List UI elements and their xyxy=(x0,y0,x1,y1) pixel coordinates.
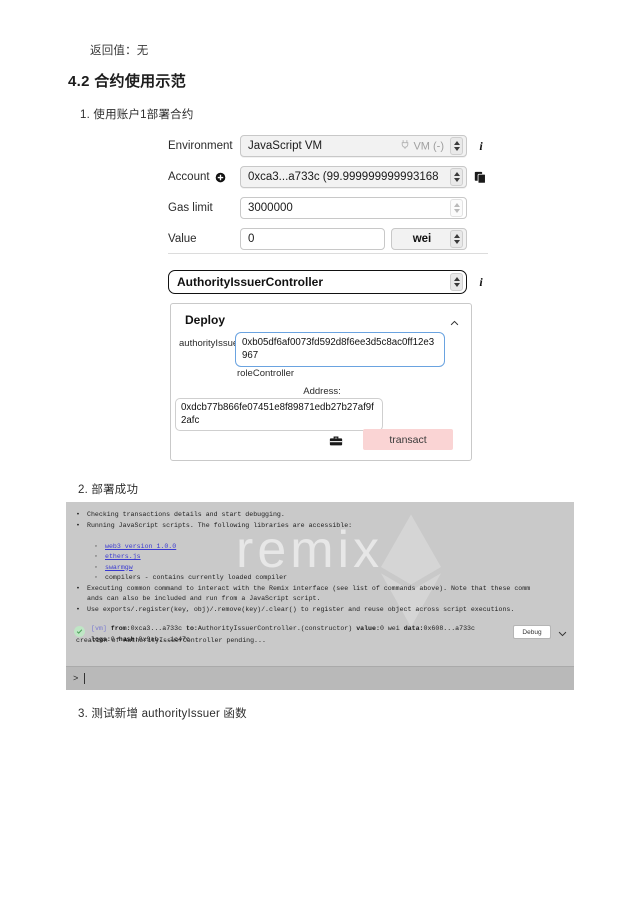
account-label: Account xyxy=(168,171,240,183)
list-item-3: 3. 测试新增 authorityIssuer 函数 xyxy=(78,708,247,720)
list-item-1: 1. 使用账户1部署合约 xyxy=(80,109,194,121)
terminal-line: • Executing common command to interact wi… xyxy=(72,584,568,595)
account-stepper[interactable] xyxy=(450,168,463,186)
section-heading: 4.2 合约使用示范 xyxy=(68,73,187,90)
info-icon[interactable]: i xyxy=(474,139,488,154)
data-label: data: xyxy=(403,625,424,632)
add-account-icon[interactable] xyxy=(215,172,226,183)
contract-select[interactable]: AuthorityIssuerController xyxy=(168,270,467,294)
value-unit: wei xyxy=(412,233,432,245)
from-label: from: xyxy=(110,625,131,632)
value-label: Value xyxy=(168,233,197,245)
value-label: value: xyxy=(356,625,380,632)
gas-limit-row: Gas limit 3000000 i xyxy=(168,195,488,221)
terminal-line-text: Executing common command to interact wit… xyxy=(87,584,531,592)
briefcase-icon[interactable] xyxy=(329,434,343,448)
gas-limit-value: 3000000 xyxy=(248,202,293,214)
compilers-text: compilers - contains currently loaded co… xyxy=(105,574,288,581)
debug-button[interactable]: Debug xyxy=(513,625,551,639)
terminal-line: ands can also be included and run from a… xyxy=(87,595,321,602)
terminal-line: • Use exports/.register(key, obj)/.remove… xyxy=(72,605,568,616)
logs-value: 0 xyxy=(110,635,115,643)
deploy-card: Deploy authorityIssuerDataAddress: 0xb05… xyxy=(170,303,472,461)
deploy-form-panel: Environment JavaScript VM VM (-) i Accou… xyxy=(168,133,488,257)
hash-label: hash: xyxy=(118,635,139,643)
swarmgw-link[interactable]: swarmgw xyxy=(105,563,133,574)
hash-value: 0x9ab...1c47c xyxy=(138,635,190,643)
prompt-symbol: > xyxy=(73,673,79,684)
terminal-panel: remix • Checking transactions details and… xyxy=(66,502,574,690)
terminal-prompt[interactable]: > xyxy=(66,666,574,690)
contract-value: AuthorityIssuerController xyxy=(177,275,324,289)
from-value: 0xca3...a733c xyxy=(130,625,183,632)
account-value: 0xca3...a733c (99.999999999993168 xyxy=(248,171,439,183)
vm-status-text: VM (-) xyxy=(413,140,444,152)
value-row: Value 0 wei i xyxy=(168,226,488,252)
param1-input[interactable]: 0xb05df6af0073fd592d8f6ee3d5c8ac0ff12e39… xyxy=(235,332,445,367)
text-caret xyxy=(84,673,86,684)
gas-limit-stepper[interactable] xyxy=(450,199,463,217)
chevron-up-icon[interactable] xyxy=(449,316,459,326)
plug-icon xyxy=(400,140,410,153)
contract-info-icon[interactable]: i xyxy=(474,275,488,290)
success-status-icon xyxy=(74,626,85,637)
environment-select[interactable]: JavaScript VM VM (-) xyxy=(240,135,467,157)
environment-value: JavaScript VM xyxy=(248,140,323,152)
ethers-link[interactable]: ethers.js xyxy=(105,552,141,563)
list-item: ◦ swarmgw xyxy=(94,563,568,574)
terminal-line-text: Running JavaScript scripts. The followin… xyxy=(87,521,353,529)
environment-row: Environment JavaScript VM VM (-) i xyxy=(168,133,488,159)
param2-input[interactable]: 0xdcb77b866fe07451e8f89871edb27b27af9f2a… xyxy=(175,398,383,431)
terminal-line-text: Checking transactions details and start … xyxy=(87,511,285,518)
gas-limit-input[interactable]: 3000000 xyxy=(240,197,467,219)
contract-stepper[interactable] xyxy=(450,273,463,291)
environment-label: Environment xyxy=(168,140,233,152)
web3-link[interactable]: web3 version 1.0.0 xyxy=(105,542,176,553)
transaction-row[interactable]: [vm] from:0xca3...a733c to:AuthorityIssu… xyxy=(66,624,574,645)
param2-label: roleController xyxy=(237,368,295,379)
transaction-text: [vm] from:0xca3...a733c to:AuthorityIssu… xyxy=(91,624,513,645)
account-row: Account 0xca3...a733c (99.99999999999316… xyxy=(168,164,488,190)
list-item: ◦ ethers.js xyxy=(94,552,568,563)
account-label-text: Account xyxy=(168,171,210,183)
vm-status: VM (-) xyxy=(400,140,444,153)
terminal-line: • Checking transactions details and start… xyxy=(72,510,568,521)
transact-button[interactable]: transact xyxy=(363,429,453,450)
return-value-text: 返回值：无 xyxy=(90,45,149,57)
logs-label: logs: xyxy=(91,635,111,643)
value-unit-select[interactable]: wei xyxy=(391,228,467,250)
value-input[interactable]: 0 xyxy=(240,228,385,250)
environment-stepper[interactable] xyxy=(450,137,463,155)
list-item-2: 2. 部署成功 xyxy=(78,484,139,496)
value-unit-stepper[interactable] xyxy=(450,230,463,248)
copy-icon[interactable] xyxy=(474,171,488,184)
chevron-down-icon[interactable] xyxy=(557,626,568,644)
value-group: 0 wei xyxy=(240,228,467,250)
contract-row: AuthorityIssuerController i xyxy=(168,270,488,294)
terminal-line: • Running JavaScript scripts. The followi… xyxy=(72,521,568,532)
list-item: ◦ web3 version 1.0.0 xyxy=(94,542,568,553)
param2-sublabel: Address: xyxy=(303,386,341,397)
deploy-title: Deploy xyxy=(185,313,226,327)
gas-limit-label: Gas limit xyxy=(168,202,213,214)
value-value: 0 wei xyxy=(379,625,400,632)
to-label: to: xyxy=(186,625,198,632)
list-item: ◦ compilers - contains currently loaded c… xyxy=(94,573,568,584)
account-select[interactable]: 0xca3...a733c (99.999999999993168 xyxy=(240,166,467,188)
value-amount: 0 xyxy=(248,233,255,245)
data-value: 0x608...a733c xyxy=(423,625,475,632)
vm-badge: [vm] xyxy=(91,625,107,632)
terminal-line-text: Use exports/.register(key, obj)/.remove(… xyxy=(87,605,515,613)
library-list: ◦ web3 version 1.0.0 ◦ ethers.js ◦ swarmgw … xyxy=(72,542,568,584)
to-value: AuthorityIssuerController.(constructor) xyxy=(197,625,353,632)
form-divider xyxy=(168,253,488,254)
